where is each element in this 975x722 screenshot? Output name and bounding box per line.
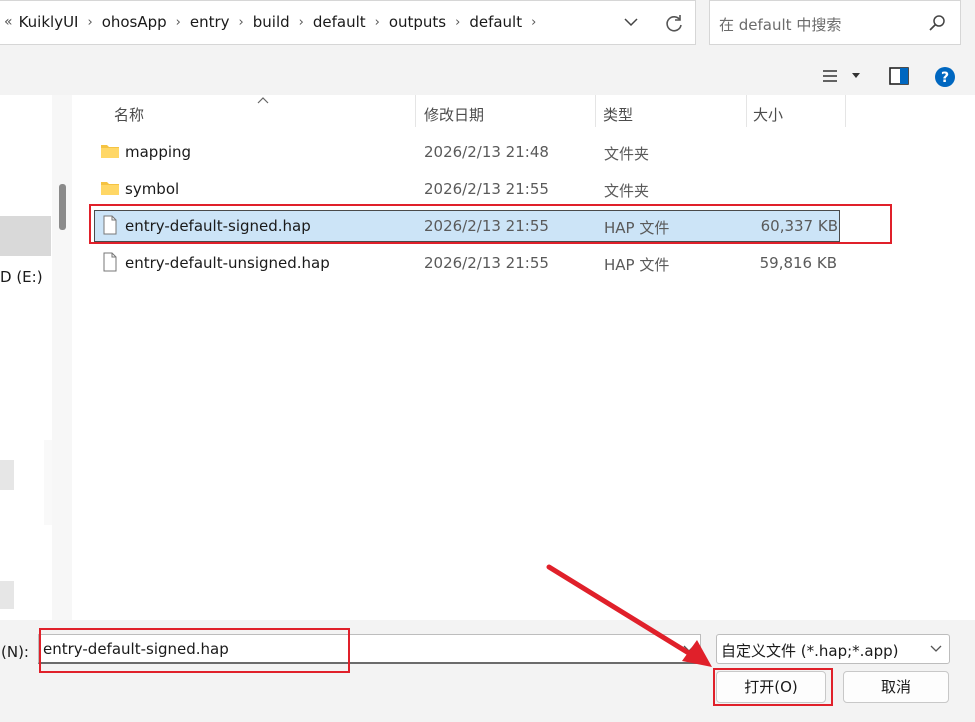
annotation-arrow xyxy=(546,564,712,667)
